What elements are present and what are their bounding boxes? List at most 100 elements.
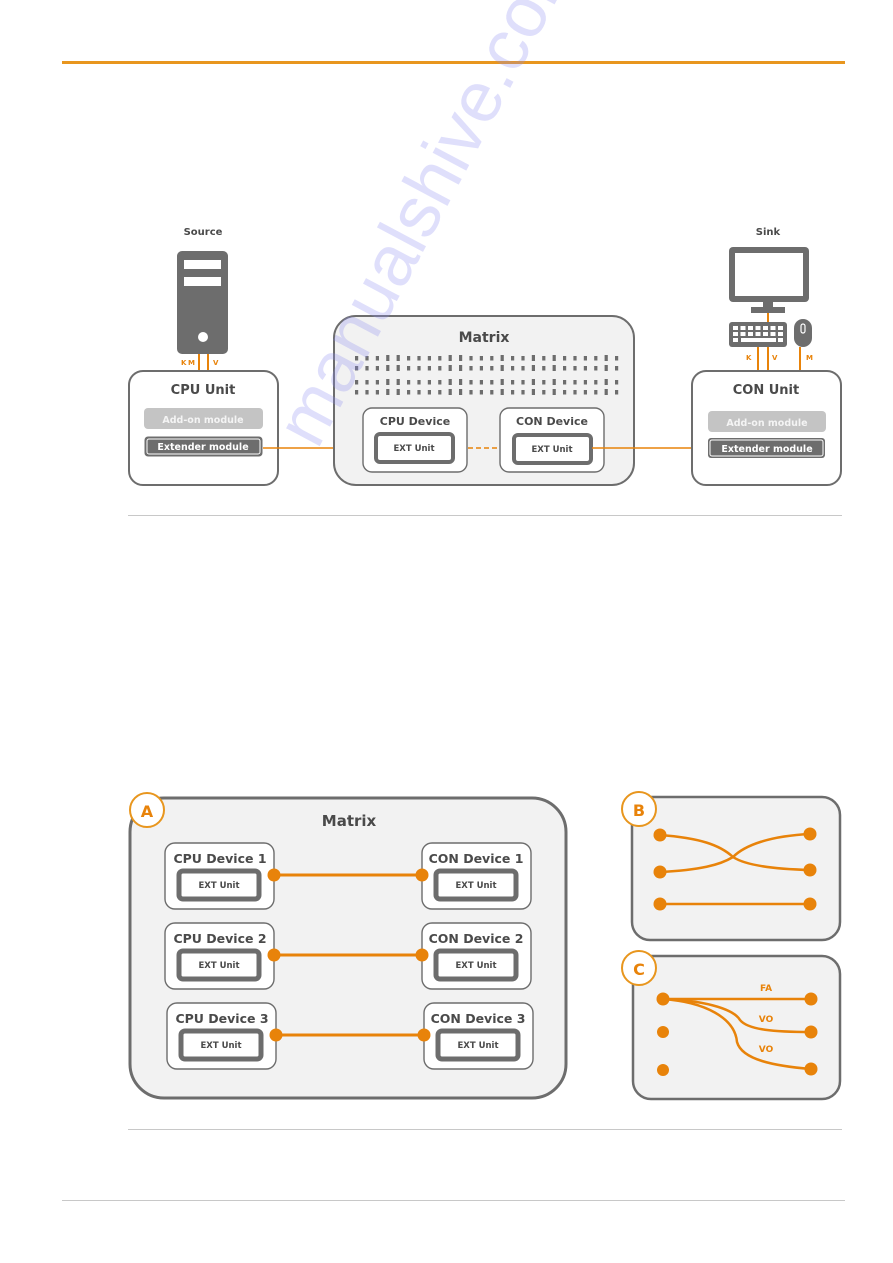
matrix-port [604,379,608,385]
matrix-port [542,380,546,385]
port-dot [657,1064,669,1076]
matrix-port [365,390,369,395]
matrix-port [407,366,411,371]
mouse-icon [794,319,812,347]
matrix-port [573,356,577,361]
matrix-port [459,379,463,385]
matrix-port [469,390,473,395]
con-ext-unit-label: EXT Unit [531,445,572,455]
matrix-port [511,380,515,385]
matrix-port [500,389,504,395]
matrix-port [490,380,494,385]
matrix-port [407,356,411,361]
matrix-port [448,379,452,385]
con-device-title: CON Device 3 [431,1011,526,1026]
matrix-port [604,355,608,361]
matrix-port [365,366,369,371]
ext-unit-label: EXT Unit [198,961,239,971]
matrix-port [542,390,546,395]
matrix-port [407,390,411,395]
matrix-port [615,356,619,361]
matrix-port [417,356,421,361]
monitor-icon [729,247,809,313]
matrix-port [594,356,598,361]
pc-tower-icon [177,251,228,354]
panel-b: B [621,791,842,942]
link-label-vo: VO [759,1045,774,1055]
port-dot [656,992,670,1006]
matrix-port [375,390,379,395]
matrix-port [427,380,431,385]
matrix-port [500,365,504,371]
matrix-port [594,390,598,395]
con-unit-title: CON Unit [733,383,799,398]
matrix-port [511,366,515,371]
port-dot [269,1028,283,1042]
matrix-port [375,366,379,371]
matrix-port [448,365,452,371]
matrix-port [583,366,587,371]
matrix-title: Matrix [459,330,510,346]
matrix-port [500,355,504,361]
matrix-port [552,355,556,361]
matrix-port [355,356,359,361]
cable-label-m: M [806,354,813,362]
matrix-port [583,356,587,361]
port-dot [804,992,818,1006]
badge-b-label: B [633,801,645,820]
matrix-port [500,379,504,385]
matrix-port [511,390,515,395]
addon-module-label: Add-on module [162,415,243,426]
source-cables: K M V [181,354,219,372]
matrix-port [594,366,598,371]
ext-unit-label: EXT Unit [455,961,496,971]
matrix-port [583,380,587,385]
matrix-port [365,380,369,385]
extender-system-diagram: Source K M V CPU Unit Add-on module Exte… [128,227,842,486]
ext-unit-label: EXT Unit [457,1041,498,1051]
matrix-port [531,379,535,385]
matrix-port [531,355,535,361]
port-dot [804,1062,818,1076]
matrix-port [563,356,567,361]
panel-c: C FA VO VO [621,950,842,1101]
matrix-port [427,390,431,395]
matrix-port [459,365,463,371]
port-dot [657,1026,669,1038]
matrix-port [427,356,431,361]
port-dot [267,868,281,882]
matrix-title: Matrix [322,812,377,830]
matrix-port [479,366,483,371]
matrix-port [386,379,390,385]
matrix-port [521,366,525,371]
matrix-port [386,365,390,371]
source-label: Source [184,227,223,238]
matrix-port [511,356,515,361]
cpu-device-title: CPU Device 3 [175,1011,268,1026]
matrix-port [355,390,359,395]
matrix-port [438,390,442,395]
matrix: Matrix CPU Device EXT Unit CON Device EX… [333,315,635,486]
matrix-port [469,356,473,361]
matrix-port [583,390,587,395]
matrix-port [604,389,608,395]
matrix-port [490,390,494,395]
sink-cables: K V M [746,347,813,372]
footer-rule [62,1200,845,1201]
matrix-port [521,390,525,395]
matrix-port [448,389,452,395]
matrix-port [479,380,483,385]
con-device-title: CON Device 2 [429,931,524,946]
port-dot [417,1028,431,1042]
port-dot [804,1025,818,1039]
cpu-device-title: CPU Device 2 [173,931,266,946]
matrix-port [573,390,577,395]
con-device-title: CON Device [516,415,588,428]
badge-a-label: A [141,802,154,821]
matrix-port [563,380,567,385]
matrix-port [615,390,619,395]
matrix-port [396,355,400,361]
matrix-port [573,366,577,371]
cable-label-v: V [772,354,778,362]
port-dot [415,868,429,882]
